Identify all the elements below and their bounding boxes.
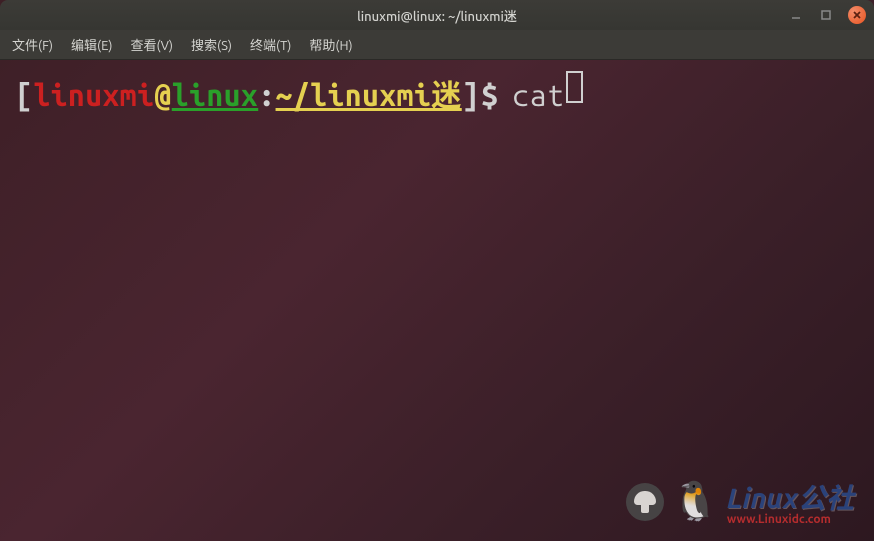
menu-help[interactable]: 帮助(H) xyxy=(309,35,352,54)
watermark: 🐧 Linux公社 www.Linuxidc.com xyxy=(626,477,854,526)
menu-search[interactable]: 搜索(S) xyxy=(191,35,232,54)
terminal-body[interactable]: [linuxmi@linux:~/linuxmi迷]$ cat xyxy=(0,60,874,129)
menu-file[interactable]: 文件(F) xyxy=(12,35,53,54)
window-controls xyxy=(788,6,866,24)
prompt-path: ~/linuxmi迷 xyxy=(276,76,462,115)
prompt-line: [linuxmi@linux:~/linuxmi迷]$ cat xyxy=(16,74,858,115)
menu-view[interactable]: 查看(V) xyxy=(131,35,173,54)
titlebar: linuxmi@linux: ~/linuxmi迷 xyxy=(0,0,874,30)
prompt-host: linux xyxy=(172,76,259,115)
menubar: 文件(F) 编辑(E) 查看(V) 搜索(S) 终端(T) 帮助(H) xyxy=(0,30,874,60)
menu-edit[interactable]: 编辑(E) xyxy=(71,35,112,54)
watermark-main: Linux公社 xyxy=(727,477,854,517)
prompt-open-bracket: [ xyxy=(16,76,33,115)
watermark-sub: www.Linuxidc.com xyxy=(727,513,831,526)
prompt-symbol: $ xyxy=(481,76,498,115)
command-text: cat xyxy=(512,76,564,115)
prompt-close-bracket: ] xyxy=(462,76,479,115)
close-button[interactable] xyxy=(848,6,866,24)
window-title: linuxmi@linux: ~/linuxmi迷 xyxy=(357,6,517,25)
prompt-at: @ xyxy=(154,76,171,115)
watermark-text: Linux公社 www.Linuxidc.com xyxy=(727,477,854,526)
tux-icon: 🐧 xyxy=(672,480,719,524)
minimize-button[interactable] xyxy=(788,7,804,23)
prompt-colon: : xyxy=(258,76,275,115)
menu-terminal[interactable]: 终端(T) xyxy=(250,35,291,54)
cursor xyxy=(566,71,583,103)
mushroom-icon xyxy=(626,483,664,521)
prompt-user: linuxmi xyxy=(33,76,154,115)
maximize-button[interactable] xyxy=(818,7,834,23)
